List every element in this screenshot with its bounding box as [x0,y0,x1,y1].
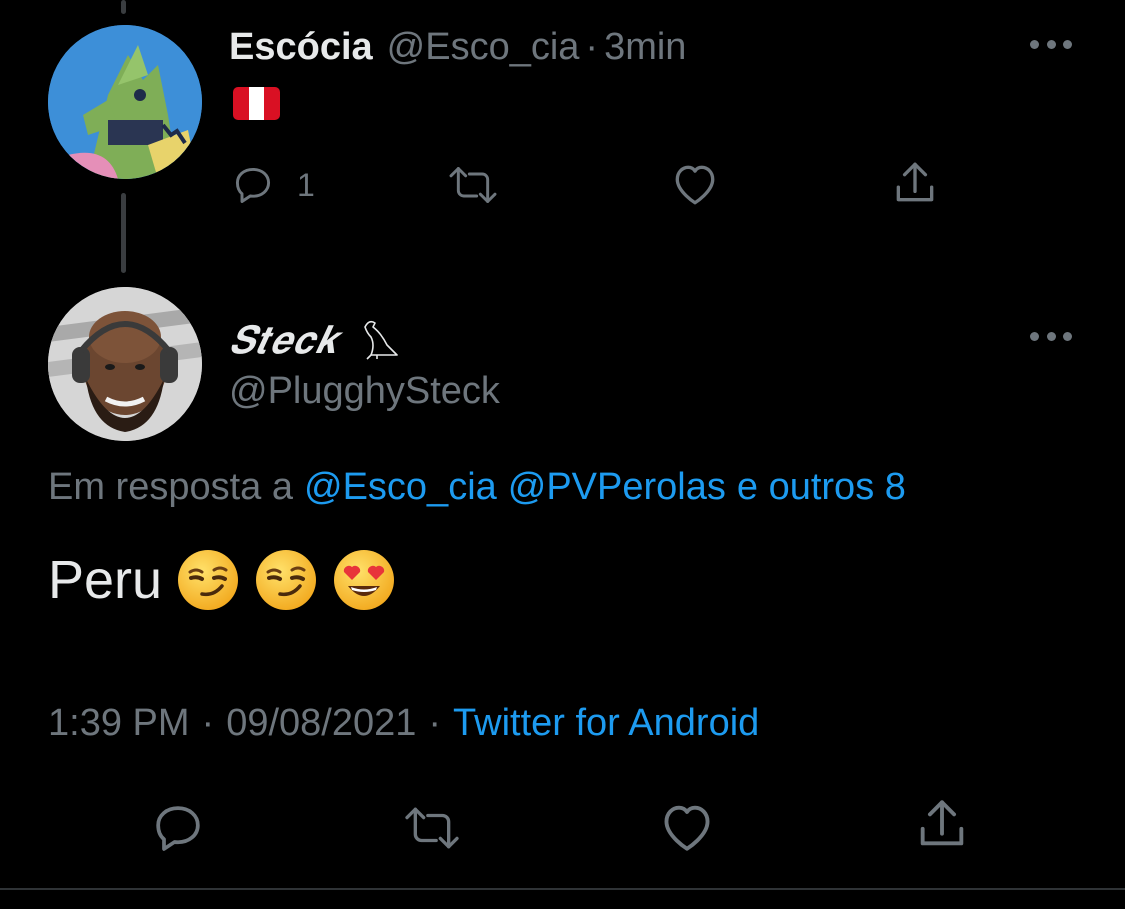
share-icon [913,795,971,853]
reply-display-name-row: 𝑺𝒕𝒆𝒄𝒌 [229,315,403,365]
retweet-icon [398,803,466,853]
reply-icon [150,800,206,856]
tweet-metadata: 1:39 PM · 09/08/2021 · Twitter for Andro… [48,698,759,748]
tweet-body: Peru [48,550,163,610]
like-icon [670,161,720,207]
retweet-button[interactable] [444,163,502,207]
tweet-date[interactable]: 09/08/2021 [226,702,416,745]
heart-eyes-face-emoji [332,548,396,612]
more-icon[interactable] [1030,329,1072,343]
reply-handle[interactable]: @PlugghySteck [229,366,500,416]
tweet-thread: Escócia @Esco_cia · 3min 1 𝑺𝒕𝒆𝒄𝒌 @Pluggh… [0,0,1125,909]
share-button[interactable] [913,795,971,853]
separator-dot: · [201,701,215,744]
peru-flag-emoji [233,87,280,120]
retweet-icon [444,163,502,207]
reply-button[interactable] [150,800,206,856]
share-icon [890,158,940,208]
parent-timestamp[interactable]: 3min [604,26,686,69]
smirking-face-emoji [254,548,318,612]
tweet-source[interactable]: Twitter for Android [453,702,759,745]
bird-hieroglyph-icon [357,315,403,366]
thread-connector [121,193,126,273]
reply-count: 1 [297,166,315,203]
smirking-face-emoji [176,548,240,612]
like-icon [658,800,716,854]
others-link[interactable]: e outros 8 [737,466,906,509]
like-button[interactable] [670,161,720,207]
parent-handle[interactable]: @Esco_cia [387,26,580,69]
tweet-text: Peru [48,545,396,615]
reply-display-name[interactable]: 𝑺𝒕𝒆𝒄𝒌 [229,318,339,363]
more-icon[interactable] [1030,37,1072,51]
reply-button[interactable]: 1 [231,163,315,207]
parent-display-name[interactable]: Escócia [229,26,373,69]
replying-to-line: Em resposta a @Esco_cia @PVPerolas e out… [48,462,906,512]
like-button[interactable] [658,800,716,854]
separator-dot: · [428,701,442,744]
avatar-escocia[interactable] [48,25,202,179]
thread-connector-top [121,0,126,14]
parent-tweet-header: Escócia @Esco_cia · 3min [229,22,686,72]
share-button[interactable] [890,158,940,208]
divider [0,888,1125,890]
tweet-time[interactable]: 1:39 PM [48,702,190,745]
mention-link[interactable]: @Esco_cia [304,466,497,509]
replying-to-label: Em resposta a [48,465,293,508]
reply-icon [231,163,275,207]
avatar-plugghysteck[interactable] [48,287,202,441]
mention-link[interactable]: @PVPerolas [508,466,726,509]
separator-dot: · [585,25,599,68]
retweet-button[interactable] [398,803,466,853]
